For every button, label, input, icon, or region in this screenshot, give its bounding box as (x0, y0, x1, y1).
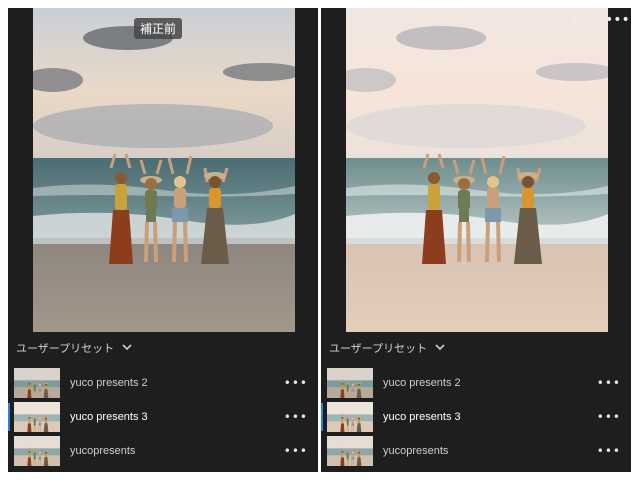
preset-name: yuco presents 3 (383, 411, 461, 423)
panel-before: 補正前 ユーザープリセット yuco presents 2 ••• yuco p… (8, 8, 318, 472)
chevron-down-icon (435, 343, 445, 354)
preset-list: yuco presents 2 ••• yuco presents 3 ••• … (8, 366, 318, 468)
preset-item[interactable]: yucopresents ••• (8, 434, 318, 468)
preset-list: yuco presents 2 ••• yuco presents 3 ••• … (321, 366, 631, 468)
preset-item[interactable]: yuco presents 2 ••• (8, 366, 318, 400)
preset-name: yucopresents (70, 445, 136, 457)
more-icon[interactable]: ••• (597, 444, 621, 458)
panel-after: ••• ユーザープリセット yuco presents 2 ••• yuco p… (321, 8, 631, 472)
preset-thumbnail (327, 436, 373, 466)
user-presets-dropdown[interactable]: ユーザープリセット (16, 340, 132, 356)
preset-name: yuco presents 2 (70, 377, 148, 389)
preset-thumbnail (327, 368, 373, 398)
user-presets-dropdown[interactable]: ユーザープリセット (329, 340, 445, 356)
preset-name: yucopresents (383, 445, 449, 457)
photo-before (33, 8, 295, 332)
photo-after (346, 8, 608, 332)
more-icon[interactable]: ••• (284, 410, 308, 424)
preset-thumbnail (14, 436, 60, 466)
preset-item[interactable]: yucopresents ••• (321, 434, 631, 468)
more-icon[interactable]: ••• (284, 444, 308, 458)
preset-item-selected[interactable]: yuco presents 3 ••• (8, 400, 318, 434)
preset-name: yuco presents 2 (383, 377, 461, 389)
preset-item[interactable]: yuco presents 2 ••• (321, 366, 631, 400)
chevron-down-icon (122, 343, 132, 354)
preset-item-selected[interactable]: yuco presents 3 ••• (321, 400, 631, 434)
preset-name: yuco presents 3 (70, 411, 148, 423)
section-label: ユーザープリセット (16, 342, 115, 355)
more-icon[interactable]: ••• (597, 410, 621, 424)
preset-thumbnail (14, 368, 60, 398)
more-icon[interactable]: ••• (597, 376, 621, 390)
preset-thumbnail (327, 402, 373, 432)
undo-icon[interactable] (571, 14, 587, 32)
preset-thumbnail (14, 402, 60, 432)
section-label: ユーザープリセット (329, 342, 428, 355)
before-label: 補正前 (134, 18, 183, 39)
more-icon[interactable]: ••• (605, 12, 630, 28)
more-icon[interactable]: ••• (284, 376, 308, 390)
